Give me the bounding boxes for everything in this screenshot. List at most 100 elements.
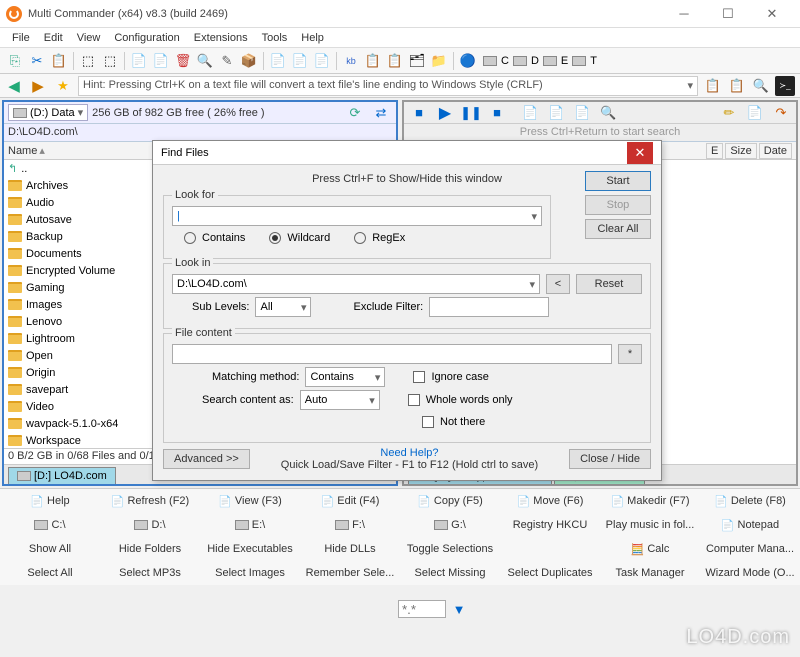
footer-cell[interactable]: F:\ [300,517,400,533]
nav-icon[interactable]: 📋 [727,76,747,96]
close-hide-button[interactable]: Close / Hide [569,449,651,469]
find-icon[interactable]: 🔍 [751,76,771,96]
wildcard-radio[interactable]: Wildcard [269,232,330,244]
drive-c[interactable]: C [501,55,509,67]
menu-help[interactable]: Help [295,30,330,46]
footer-cell[interactable]: D:\ [100,517,200,533]
redo-icon[interactable]: ↷ [771,103,791,123]
contains-radio[interactable]: Contains [184,232,245,244]
dialog-titlebar[interactable]: Find Files ✕ [153,141,661,165]
footer-cell[interactable]: C:\ [0,517,100,533]
favorite-icon[interactable]: ★ [53,76,73,96]
footer-cell[interactable]: Task Manager [600,565,700,581]
play-icon[interactable]: ▶ [435,103,455,123]
menu-tools[interactable]: Tools [256,30,294,46]
footer-cell[interactable]: Computer Mana... [700,541,800,557]
maximize-button[interactable]: ☐ [706,0,750,28]
pack-icon[interactable]: 📦 [239,51,259,71]
color-icon[interactable]: 🔵 [458,51,478,71]
search-as-select[interactable]: Auto▾ [300,390,380,410]
record-icon[interactable]: ■ [487,103,507,123]
menu-extensions[interactable]: Extensions [188,30,254,46]
footer-cell[interactable]: 📄Help [0,493,100,510]
icon[interactable]: 📄 [546,103,566,123]
attr-icon[interactable]: 📋 [363,51,383,71]
matching-select[interactable]: Contains▾ [305,367,385,387]
footer-cell[interactable]: Select Missing [400,565,500,581]
exclude-input[interactable] [429,297,549,317]
icon[interactable]: 📋 [385,51,405,71]
filter-icon[interactable]: ▼ [449,599,469,619]
col-date[interactable]: Date [759,143,792,159]
footer-cell[interactable]: G:\ [400,517,500,533]
col-size[interactable]: Size [725,143,756,159]
back-icon[interactable]: ◀ [4,76,24,96]
paste-icon[interactable]: 📋 [49,51,69,71]
look-in-input[interactable]: D:\LO4D.com\▾ [172,274,540,294]
select-icon[interactable]: ⬚ [78,51,98,71]
footer-cell[interactable]: Select Duplicates [500,565,600,581]
footer-cell[interactable]: 📄Copy (F5) [400,493,500,510]
filter-input[interactable] [398,600,446,618]
copy-file-icon[interactable]: 📄 [129,51,149,71]
drive-t[interactable]: T [590,55,597,67]
col-e[interactable]: E [706,143,723,159]
footer-cell[interactable]: 📄Edit (F4) [300,493,400,510]
footer-cell[interactable]: Registry HKCU [500,517,600,533]
help-link[interactable]: Need Help? [256,447,563,459]
footer-cell[interactable]: Show All [0,541,100,557]
footer-cell[interactable]: 📄Notepad [700,517,800,534]
footer-cell[interactable]: Select All [0,565,100,581]
minimize-button[interactable]: ─ [662,0,706,28]
menu-view[interactable]: View [71,30,107,46]
drive-c-icon[interactable] [480,51,500,71]
deselect-icon[interactable]: ⬚ [100,51,120,71]
stop-button[interactable]: Stop [585,195,651,215]
menu-edit[interactable]: Edit [38,30,69,46]
footer-cell[interactable] [500,547,600,551]
clear-all-button[interactable]: Clear All [585,219,651,239]
terminal-icon[interactable]: ≻_ [775,76,795,96]
drive-d-icon[interactable] [510,51,530,71]
footer-cell[interactable]: 📄Refresh (F2) [100,493,200,510]
content-input[interactable] [172,344,612,364]
icon[interactable]: 📄 [572,103,592,123]
footer-cell[interactable]: 📄Move (F6) [500,493,600,510]
footer-cell[interactable]: 📄Makedir (F7) [600,493,700,510]
edit-icon[interactable]: ✎ [217,51,237,71]
nav-icon[interactable]: 📋 [703,76,723,96]
left-tab[interactable]: [D:] LO4D.com [8,467,116,484]
icon[interactable]: 📄 [745,103,765,123]
icon[interactable]: 📄 [268,51,288,71]
drive-d[interactable]: D [531,55,539,67]
move-file-icon[interactable]: 📄 [151,51,171,71]
footer-cell[interactable]: Hide DLLs [300,541,400,557]
start-button[interactable]: Start [585,171,651,191]
dialog-close-button[interactable]: ✕ [627,142,653,164]
advanced-button[interactable]: Advanced >> [163,449,250,469]
view-icon[interactable]: 🔍 [195,51,215,71]
footer-cell[interactable]: 🧮Calc [600,541,700,558]
icon[interactable]: 📄 [312,51,332,71]
ignore-checkbox[interactable]: Ignore case [413,371,488,383]
footer-cell[interactable]: Wizard Mode (O... [700,565,800,581]
footer-cell[interactable]: Play music in fol... [600,517,700,533]
drive-e-icon[interactable] [540,51,560,71]
menu-configuration[interactable]: Configuration [108,30,185,46]
delete-icon[interactable]: 🗑 [173,51,193,71]
footer-cell[interactable]: Select Images [200,565,300,581]
regex-radio[interactable]: RegEx [354,232,405,244]
reset-button[interactable]: Reset [576,274,642,294]
star-button[interactable]: * [618,344,642,364]
pause-icon[interactable]: ❚❚ [461,103,481,123]
size-icon[interactable]: kb [341,51,361,71]
refresh-icon[interactable]: ⟳ [345,103,365,123]
stop-icon[interactable]: ■ [409,103,429,123]
copy-icon[interactable]: ⎘ [5,51,25,71]
footer-cell[interactable]: 📄Delete (F8) [700,493,800,510]
whole-checkbox[interactable]: Whole words only [408,394,513,406]
look-for-input[interactable]: |▾ [172,206,542,226]
footer-cell[interactable]: Select MP3s [100,565,200,581]
footer-cell[interactable]: Toggle Selections [400,541,500,557]
footer-cell[interactable]: Hide Folders [100,541,200,557]
